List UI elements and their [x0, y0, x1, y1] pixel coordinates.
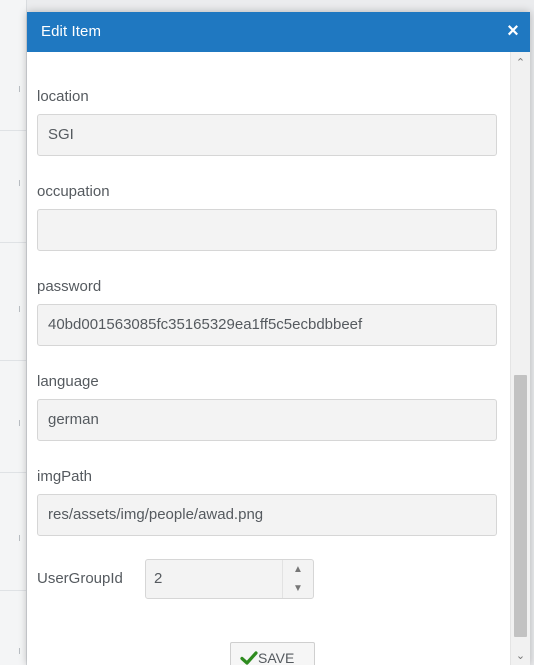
close-icon[interactable]: × — [502, 19, 524, 43]
imgpath-input[interactable]: res/assets/img/people/awad.png — [37, 494, 497, 536]
background-row-divider — [0, 360, 26, 361]
dialog-titlebar: Edit Item × — [27, 12, 530, 52]
edit-item-dialog: Edit Item × location SGI occupation pass… — [27, 12, 530, 665]
location-label: location — [37, 88, 89, 105]
language-input[interactable]: german — [37, 399, 497, 441]
background-row-divider — [0, 130, 26, 131]
background-row-marker — [19, 420, 24, 426]
background-row-marker — [19, 86, 24, 92]
background-row-divider — [0, 590, 26, 591]
dialog-title: Edit Item — [41, 23, 102, 40]
save-button-label: SAVE — [258, 650, 295, 665]
background-row-divider — [0, 242, 26, 243]
occupation-input[interactable] — [37, 209, 497, 251]
usergroupid-value[interactable]: 2 — [154, 570, 162, 587]
dialog-form: location SGI occupation password 40bd001… — [27, 52, 510, 665]
scroll-up-icon[interactable]: ⌃ — [511, 54, 530, 72]
stepper-down-icon[interactable]: ▼ — [283, 579, 313, 598]
background-row-divider — [0, 472, 26, 473]
background-row-marker — [19, 180, 24, 186]
stepper-arrows: ▲ ▼ — [282, 560, 313, 598]
occupation-label: occupation — [37, 183, 110, 200]
password-input[interactable]: 40bd001563085fc35165329ea1ff5c5ecbdbbeef — [37, 304, 497, 346]
scrollbar-thumb[interactable] — [514, 375, 527, 637]
stepper-up-icon[interactable]: ▲ — [283, 560, 313, 579]
background-list-edge — [0, 0, 27, 665]
scroll-down-icon[interactable]: ⌄ — [511, 647, 530, 665]
save-button[interactable]: SAVE — [230, 642, 315, 665]
background-row-marker — [19, 535, 24, 541]
usergroupid-label: UserGroupId — [37, 570, 123, 587]
checkmark-icon — [240, 651, 258, 665]
password-label: password — [37, 278, 102, 295]
usergroupid-stepper[interactable]: 2 ▲ ▼ — [145, 559, 314, 599]
dialog-scrollbar[interactable]: ⌃ ⌄ — [510, 52, 530, 665]
background-row-marker — [19, 648, 24, 654]
location-input[interactable]: SGI — [37, 114, 497, 156]
language-label: language — [37, 373, 99, 390]
imgpath-label: imgPath — [37, 468, 93, 485]
background-row-marker — [19, 306, 24, 312]
